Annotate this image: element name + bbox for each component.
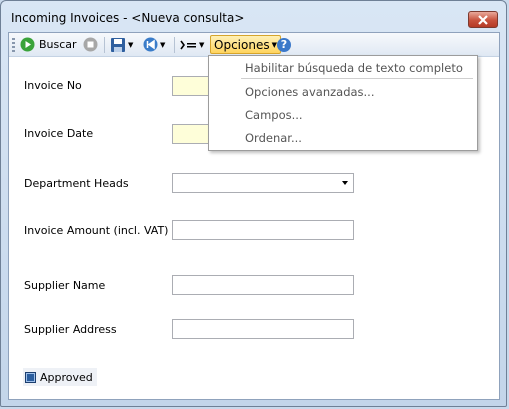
- supplier-name-label: Supplier Name: [24, 279, 106, 292]
- menu-item-sort[interactable]: Ordenar...: [245, 131, 302, 145]
- toolbar: Buscar ▼ ▼ ▼ Opciones ▼ ?: [9, 33, 499, 57]
- layout-button[interactable]: ▼: [180, 35, 204, 54]
- toolbar-separator: [104, 37, 105, 53]
- play-icon: [20, 37, 35, 52]
- save-icon: [111, 37, 125, 52]
- chevron-down-icon: ▼: [160, 40, 166, 49]
- options-button-label: Opciones: [214, 37, 270, 52]
- stop-icon: [83, 37, 98, 52]
- search-button[interactable]: Buscar: [20, 35, 77, 54]
- title-bar[interactable]: Incoming Invoices - <Nueva consulta>: [1, 1, 506, 33]
- supplier-address-field[interactable]: [172, 319, 354, 339]
- chevron-down-icon: ▼: [199, 40, 205, 49]
- invoice-amount-label: Invoice Amount (incl. VAT): [24, 224, 169, 237]
- approved-checkbox-row[interactable]: Approved: [23, 368, 97, 386]
- supplier-name-field[interactable]: [172, 275, 354, 295]
- menu-item-fields[interactable]: Campos...: [245, 108, 303, 122]
- options-button[interactable]: Opciones ▼: [210, 35, 281, 54]
- invoice-date-label: Invoice Date: [24, 127, 94, 140]
- supplier-address-label: Supplier Address: [24, 323, 117, 336]
- stop-button[interactable]: [83, 35, 98, 54]
- invoice-no-field[interactable]: [172, 76, 212, 96]
- toolbar-separator: [174, 37, 175, 53]
- chevron-down-icon: [342, 181, 348, 185]
- department-heads-label: Department Heads: [24, 177, 129, 190]
- search-button-label: Buscar: [39, 38, 77, 51]
- toolbar-grip[interactable]: [12, 38, 15, 52]
- menu-separator: [241, 78, 473, 79]
- chevron-down-icon: ▼: [128, 40, 134, 49]
- navigate-button[interactable]: ▼: [143, 35, 165, 54]
- department-heads-dropdown[interactable]: [172, 173, 354, 193]
- rewind-icon: [143, 37, 158, 52]
- options-dropdown-menu: Habilitar búsqueda de texto completo Opc…: [208, 55, 478, 151]
- invoice-amount-field[interactable]: [172, 220, 354, 240]
- menu-item-advanced-options[interactable]: Opciones avanzadas...: [245, 85, 375, 99]
- help-icon: ?: [277, 37, 291, 52]
- invoice-no-label: Invoice No: [24, 79, 82, 92]
- save-button[interactable]: ▼: [110, 35, 133, 54]
- close-icon: [478, 15, 488, 25]
- approved-checkbox[interactable]: [25, 371, 36, 383]
- menu-item-full-text-search[interactable]: Habilitar búsqueda de texto completo: [245, 61, 463, 75]
- help-button[interactable]: ?: [277, 35, 291, 54]
- invoice-date-field[interactable]: [172, 124, 212, 144]
- window-title: Incoming Invoices - <Nueva consulta>: [11, 11, 245, 25]
- columns-icon: [180, 40, 196, 49]
- approved-label: Approved: [40, 370, 93, 384]
- close-button[interactable]: [468, 11, 498, 28]
